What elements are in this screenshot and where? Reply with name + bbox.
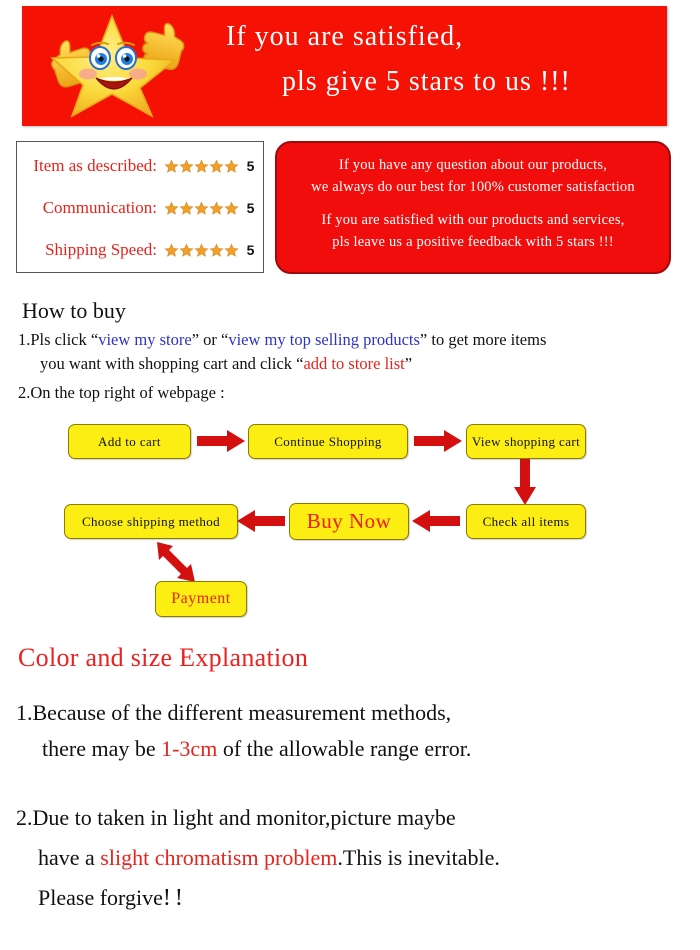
flow-box-payment[interactable]: Payment bbox=[155, 581, 247, 617]
message-line-2: we always do our best for 100% customer … bbox=[311, 179, 635, 195]
item2-line-3: Please forgive!! bbox=[16, 878, 696, 918]
item1-line-1: 1.Because of the different measurement m… bbox=[16, 700, 452, 725]
arrow-diagonal-to-payment bbox=[155, 540, 201, 586]
rating-row-item-as-described: Item as described: 5 bbox=[17, 148, 263, 184]
customer-service-message-box: If you have any question about our produ… bbox=[275, 141, 671, 274]
rating-score: 5 bbox=[246, 242, 255, 258]
item2-line2-suffix: .This is inevitable. bbox=[337, 845, 500, 870]
star-icon bbox=[164, 243, 179, 257]
item1-line2-prefix: there may be bbox=[42, 736, 162, 761]
star-icon bbox=[194, 243, 209, 257]
star-icon bbox=[194, 201, 209, 215]
star-rating-icons bbox=[164, 243, 239, 258]
item2-line-1: 2.Due to taken in light and monitor,pict… bbox=[16, 805, 456, 830]
satisfaction-banner: If you are satisfied, pls give 5 stars t… bbox=[22, 6, 667, 126]
star-icon bbox=[209, 243, 224, 257]
how-to-buy-heading: How to buy bbox=[22, 298, 126, 323]
color-size-heading: Color and size Explanation bbox=[18, 643, 309, 672]
flow-box-continue-shopping[interactable]: Continue Shopping bbox=[248, 424, 408, 459]
message-line-3: If you are satisfied with our products a… bbox=[321, 212, 625, 228]
item1-line2-suffix: of the allowable range error. bbox=[217, 736, 472, 761]
star-icon bbox=[194, 159, 209, 173]
star-icon bbox=[209, 159, 224, 173]
measurement-tolerance-value: 1-3cm bbox=[161, 736, 218, 761]
star-icon bbox=[179, 159, 194, 173]
flow-box-check-all-items[interactable]: Check all items bbox=[466, 504, 586, 539]
step1-line-2: you want with shopping cart and click “a… bbox=[18, 352, 682, 376]
item2-line3-exclamation: !! bbox=[162, 885, 187, 911]
item2-line3-text: Please forgive bbox=[38, 885, 163, 910]
step1-line2-prefix: you want with shopping cart and click “ bbox=[40, 354, 304, 373]
rating-score: 5 bbox=[246, 158, 255, 174]
star-rating-icons bbox=[164, 159, 239, 174]
step1-mid-2: ” to get more items bbox=[419, 330, 547, 349]
star-icon bbox=[179, 201, 194, 215]
rating-score: 5 bbox=[246, 200, 255, 216]
rating-label: Communication: bbox=[42, 198, 157, 217]
rating-row-communication: Communication: 5 bbox=[17, 190, 263, 226]
rating-row-shipping-speed: Shipping Speed: 5 bbox=[17, 232, 263, 268]
message-line-4: pls leave us a positive feedback with 5 … bbox=[332, 234, 614, 250]
flow-box-view-shopping-cart[interactable]: View shopping cart bbox=[466, 424, 586, 459]
ratings-box: Item as described: 5 Communication: 5 Sh… bbox=[16, 141, 264, 273]
rating-label: Shipping Speed: bbox=[45, 240, 157, 259]
color-size-item-2: 2.Due to taken in light and monitor,pict… bbox=[16, 798, 696, 918]
smiling-star-thumbs-up-icon bbox=[34, 12, 204, 120]
color-size-item-1: 1.Because of the different measurement m… bbox=[16, 695, 686, 767]
promo-page: If you are satisfied, pls give 5 stars t… bbox=[0, 0, 700, 950]
step1-line2-suffix: ” bbox=[404, 354, 413, 373]
message-line-1: If you have any question about our produ… bbox=[338, 157, 608, 173]
flow-box-add-to-cart[interactable]: Add to cart bbox=[68, 424, 191, 459]
chromatism-problem-text: slight chromatism problem bbox=[100, 845, 338, 870]
star-icon bbox=[164, 201, 179, 215]
arrow-left-1 bbox=[410, 510, 460, 532]
star-rating-icons bbox=[164, 201, 239, 216]
star-icon bbox=[224, 243, 239, 257]
item2-line2-prefix: have a bbox=[38, 845, 101, 870]
flow-box-choose-shipping-method[interactable]: Choose shipping method bbox=[64, 504, 238, 539]
arrow-right-2 bbox=[414, 430, 462, 452]
banner-line-1: If you are satisfied, bbox=[226, 21, 464, 52]
how-to-buy-step-1: 1.Pls click “view my store” or “view my … bbox=[18, 328, 682, 376]
step1-prefix: 1.Pls click “ bbox=[18, 330, 99, 349]
arrow-right-1 bbox=[197, 430, 245, 452]
step1-mid-1: ” or “ bbox=[191, 330, 229, 349]
rating-label: Item as described: bbox=[33, 156, 157, 175]
star-icon bbox=[164, 159, 179, 173]
banner-line-2: pls give 5 stars to us !!! bbox=[282, 66, 571, 97]
star-icon bbox=[179, 243, 194, 257]
arrow-left-2 bbox=[235, 510, 285, 532]
how-to-buy-step-2: 2.On the top right of webpage : bbox=[18, 383, 225, 402]
star-icon bbox=[209, 201, 224, 215]
star-icon bbox=[224, 159, 239, 173]
arrow-down-1 bbox=[513, 459, 537, 505]
flow-box-buy-now[interactable]: Buy Now bbox=[289, 503, 409, 540]
star-icon bbox=[224, 201, 239, 215]
item1-line-2: there may be 1-3cm of the allowable rang… bbox=[16, 731, 686, 767]
add-to-store-list-text: add to store list bbox=[303, 354, 405, 373]
banner-text: If you are satisfied, pls give 5 stars t… bbox=[212, 14, 657, 118]
view-top-selling-products-link[interactable]: view my top selling products bbox=[228, 330, 420, 349]
view-my-store-link[interactable]: view my store bbox=[98, 330, 191, 349]
item2-line-2: have a slight chromatism problem.This is… bbox=[16, 838, 696, 878]
